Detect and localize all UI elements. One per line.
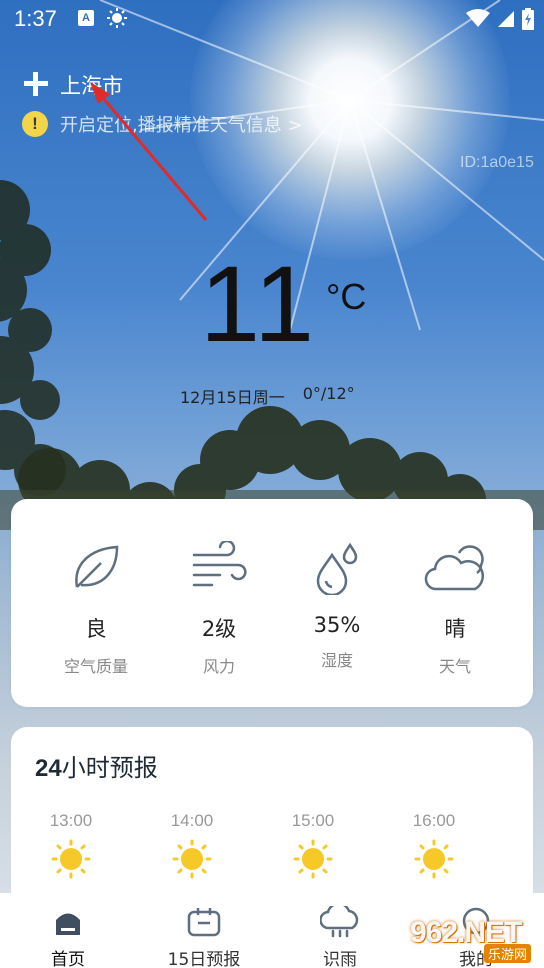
stat-label: 湿度 [320,651,353,670]
nav-label: 首页 [51,950,85,968]
stat-value: 2级 [201,617,237,641]
battery-icon [522,8,534,30]
hourly-item[interactable]: 15:00 [273,811,353,879]
device-id: ID:1a0e15 [460,154,534,171]
brightness-icon [107,8,127,28]
warning-icon: ! [22,111,48,137]
nav-label: 15日预报 [167,950,241,968]
red-arrow-annotation [90,82,208,221]
stat-label: 风力 [202,657,235,676]
hourly-time: 16:00 [412,811,456,830]
stat-value: 晴 [444,617,466,641]
accessibility-badge-icon: A [78,10,94,26]
stat-weather[interactable]: 晴 天气 [395,539,515,677]
add-city-button[interactable] [22,70,50,98]
hourly-item[interactable]: 16:00 [394,811,474,879]
stat-value: 良 [85,617,107,641]
calendar-icon [187,908,221,937]
droplets-icon [316,542,358,595]
hourly-title: 24小时预报 [35,748,158,783]
hourly-item[interactable]: 14:00 [152,811,232,879]
cell-signal-icon [498,11,514,27]
current-temperature: 11 [200,243,317,364]
stat-humidity[interactable]: 35% 湿度 [277,539,397,671]
rain-cloud-icon [320,906,359,938]
wifi-icon [466,9,490,27]
watermark-sub-text: 乐游网 [484,944,532,963]
nav-home[interactable]: 首页 [13,905,123,968]
current-date: 12月15日周一 [180,388,285,407]
home-icon [56,913,80,935]
leaf-icon [75,545,119,588]
stat-label: 天气 [438,657,471,676]
temperature-range: 0°/12° [302,384,355,403]
date-line: 12月15日周一 0°/12° [180,384,355,408]
hourly-time: 14:00 [170,811,214,830]
status-bar: 1:37 A [0,0,544,38]
sun-icon [51,839,91,879]
nav-15day[interactable]: 15日预报 [149,905,259,968]
sun-icon [414,839,454,879]
stat-value: 35% [313,613,361,637]
status-time: 1:37 [14,6,57,31]
hourly-item[interactable]: 13:00 [31,811,111,879]
nav-label: 识雨 [323,950,357,968]
hourly-time: 13:00 [49,811,93,830]
site-watermark: 962.NET 乐游网 [404,910,544,968]
stat-wind[interactable]: 2级 风力 [159,539,279,677]
nav-rain[interactable]: 识雨 [285,905,395,968]
stat-air-quality[interactable]: 良 空气质量 [36,539,156,677]
hourly-title-number: 24 [35,755,62,782]
status-indicators [466,8,534,30]
cloud-sun-icon [424,545,485,591]
current-conditions-card: 良 空气质量 2级 风力 35% 湿度 晴 天气 [11,499,533,707]
hourly-time: 15:00 [291,811,335,830]
stat-label: 空气质量 [63,657,128,676]
sun-icon [172,839,212,879]
hourly-title-text: 小时预报 [61,754,158,782]
wind-icon [192,541,247,587]
temperature-unit: °C [326,276,367,317]
sun-icon [293,839,333,879]
